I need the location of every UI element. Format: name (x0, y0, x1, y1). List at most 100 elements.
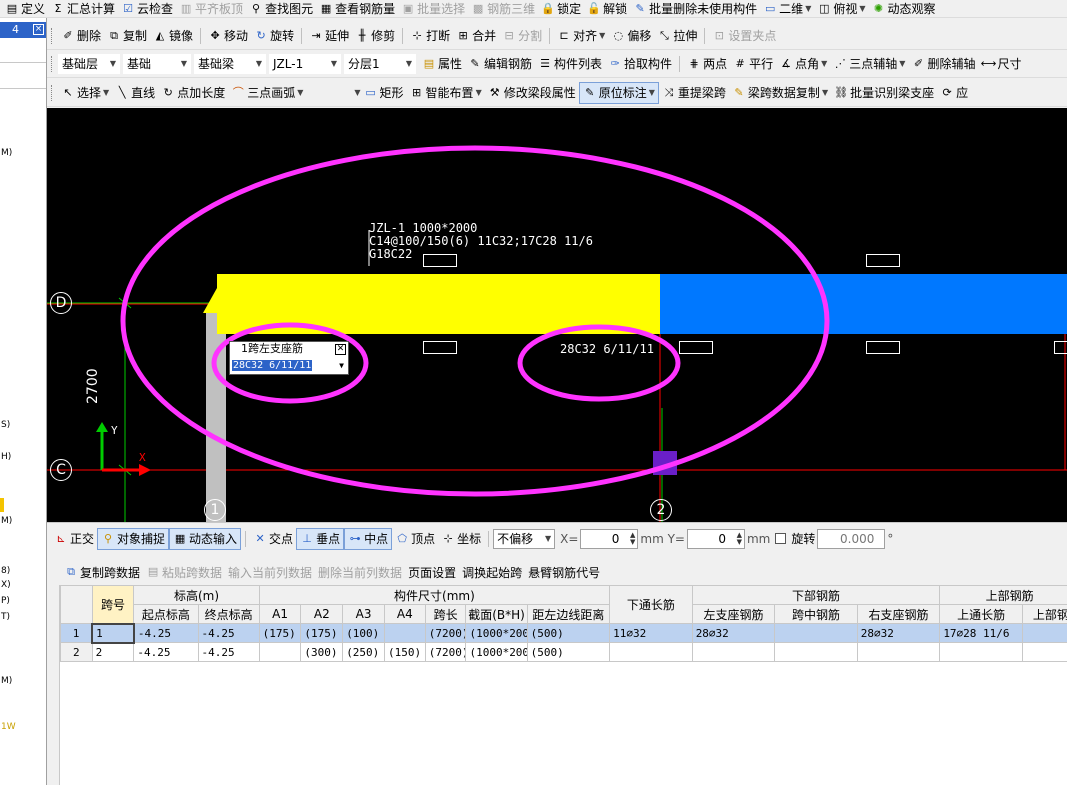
break-button[interactable]: ⊹ 打断 (407, 25, 453, 47)
vertex-snap[interactable]: ⬠ 顶点 (392, 528, 438, 550)
table-cell[interactable]: (100) (342, 623, 385, 643)
reextract-span-button[interactable]: ⤨ 重提梁跨 (659, 82, 729, 104)
menu-cloud-check[interactable]: ☑ 云检查 (118, 0, 176, 17)
table-cell[interactable]: (7200) (424, 642, 467, 662)
tree-item-fragment[interactable]: 8) (1, 566, 10, 576)
menu-top-view[interactable]: ◫ 俯视 ▼ (814, 0, 868, 17)
delete-button[interactable]: ✐ 删除 (58, 25, 104, 47)
table-cell[interactable]: (175) (300, 623, 344, 643)
apply-button[interactable]: ⟳ 应 (937, 82, 971, 104)
menu-2d-view[interactable]: ▭ 二维 ▼ (760, 0, 814, 17)
table-cell[interactable]: (300) (300, 642, 344, 662)
table-cell[interactable]: -4.25 (133, 642, 199, 662)
paste-span-data-button[interactable]: ▤ 粘贴跨数据 (143, 559, 225, 585)
span-data-copy-button[interactable]: ✎ 梁跨数据复制 ▼ (729, 82, 831, 104)
table-cell[interactable]: (1000*200 (465, 623, 528, 643)
parallel-button[interactable]: # 平行 (730, 53, 776, 75)
delete-column-data-button[interactable]: 删除当前列数据 (315, 559, 405, 585)
toolbar-grip[interactable] (51, 27, 54, 44)
support-rebar-input[interactable]: 28C32 6/11/11 ▼ (232, 359, 348, 373)
swap-start-span-button[interactable]: 调换起始跨 (459, 559, 525, 585)
point-length-button[interactable]: ↻ 点加长度 (158, 82, 228, 104)
table-cell[interactable] (383, 623, 426, 643)
rotate-button[interactable]: ↻ 旋转 (251, 25, 297, 47)
tree-item-fragment[interactable]: H) (1, 452, 11, 462)
span-length-header[interactable]: 跨长 (424, 604, 467, 624)
three-point-axis-button[interactable]: ⋰ 三点辅轴 ▼ (830, 53, 908, 75)
tree-item-fragment[interactable]: P) (1, 596, 10, 606)
ortho-toggle[interactable]: ⊾ 正交 (51, 528, 97, 550)
copy-button[interactable]: ⧉ 复制 (104, 25, 150, 47)
table-cell[interactable]: 28⌀32 (691, 623, 776, 643)
table-row[interactable]: 1 1 -4.25 -4.25 (175) (175) (100) (7200)… (60, 622, 1067, 644)
set-grip-button[interactable]: ⊡ 设置夹点 (709, 25, 779, 47)
menu-batch-delete-unused[interactable]: ✎ 批量删除未使用构件 (630, 0, 760, 17)
row-number[interactable]: 2 (60, 642, 93, 662)
mid-span-rebar-header[interactable]: 跨中钢筋 (774, 604, 858, 624)
tree-item-fragment[interactable]: M) (1, 148, 12, 158)
pin-icon[interactable]: 4 (12, 23, 19, 36)
table-cell[interactable]: (1000*200 (465, 642, 528, 662)
point-angle-button[interactable]: ∡ 点角 ▼ (776, 53, 830, 75)
table-cell[interactable]: (500) (526, 642, 611, 662)
a4-header[interactable]: A4 (383, 604, 426, 624)
table-cell[interactable] (609, 642, 693, 662)
table-cell[interactable]: -4.25 (133, 623, 199, 643)
top-through-header[interactable]: 上通长筋 (939, 604, 1023, 624)
tree-item-fragment[interactable]: M) (1, 676, 12, 686)
properties-button[interactable]: ▤ 属性 (419, 53, 465, 75)
align-button[interactable]: ⊏ 对齐 ▼ (554, 25, 608, 47)
in-situ-annotation-button[interactable]: ✎ 原位标注 ▼ (578, 81, 659, 104)
annotation-slot[interactable] (866, 254, 900, 267)
span-number-header[interactable]: 跨号 (91, 585, 135, 624)
line-button[interactable]: ╲ 直线 (112, 82, 158, 104)
merge-button[interactable]: ⊞ 合并 (453, 25, 499, 47)
extend-button[interactable]: ⇥ 延伸 (306, 25, 352, 47)
table-cell[interactable]: (175) (258, 623, 302, 643)
drawing-canvas[interactable]: JZL-1 1000*2000 C14@100/150(6) 11C32;17C… (47, 108, 1067, 522)
beam-span[interactable] (660, 274, 1067, 334)
dimension-button[interactable]: ⟷ 尺寸 (978, 53, 1024, 75)
top-rebar-header[interactable]: 上部钢 (1021, 604, 1067, 624)
table-cell[interactable] (939, 642, 1023, 662)
end-elevation-header[interactable]: 终点标高 (197, 604, 260, 624)
row-number[interactable]: 1 (60, 623, 93, 643)
table-cell[interactable] (856, 642, 941, 662)
offset-mode-select[interactable]: 不偏移 ▼ (493, 528, 556, 549)
batch-identify-support-button[interactable]: ⛓ 批量识别梁支座 (831, 82, 937, 104)
table-cell[interactable]: -4.25 (197, 623, 260, 643)
stretch-button[interactable]: ⤡ 拉伸 (654, 25, 700, 47)
intersection-snap[interactable]: ✕ 交点 (250, 528, 296, 550)
mid-annotation-label[interactable]: 28C32 6/11/11 (560, 342, 654, 356)
menu-view-rebar-qty[interactable]: ▦ 查看钢筋量 (316, 0, 398, 17)
type-select[interactable]: 基础梁 ▼ (194, 53, 266, 74)
table-cell[interactable]: -4.25 (197, 642, 260, 662)
mirror-button[interactable]: ◭ 镜像 (150, 25, 196, 47)
toolbar-grip[interactable] (51, 55, 54, 72)
table-cell[interactable] (691, 642, 776, 662)
left-support-rebar-header[interactable]: 左支座钢筋 (691, 604, 776, 624)
tree-item-fragment[interactable]: 1W (1, 722, 16, 732)
spin-icon[interactable]: ▲ ▼ (630, 531, 635, 546)
menu-lock[interactable]: 🔒 锁定 (538, 0, 584, 17)
dynamic-input-toggle[interactable]: ▦ 动态输入 (169, 527, 242, 550)
rotate-angle-input[interactable]: 0.000 (817, 528, 886, 549)
rotate-checkbox[interactable] (775, 533, 787, 544)
annotation-slot[interactable] (1054, 341, 1067, 354)
perpendicular-snap[interactable]: ⊥ 垂点 (296, 527, 345, 550)
tree-item-fragment[interactable]: T) (1, 612, 10, 622)
annotation-slot[interactable] (679, 341, 713, 354)
menu-batch-select[interactable]: ▣ 批量选择 (398, 0, 468, 17)
menu-flush-slab-top[interactable]: ▥ 平齐板顶 (176, 0, 246, 17)
tree-item-fragment[interactable]: X) (1, 580, 11, 590)
menu-rebar-3d[interactable]: ▩ 钢筋三维 (468, 0, 538, 17)
offset-button[interactable]: ◌ 偏移 (608, 25, 654, 47)
bottom-through-header[interactable]: 下通长筋 (609, 585, 693, 624)
select-button[interactable]: ↖ 选择 ▼ (58, 82, 112, 104)
two-points-button[interactable]: ⋕ 两点 (684, 53, 730, 75)
delete-aux-axis-button[interactable]: ✐ 删除辅轴 (908, 53, 978, 75)
a2-header[interactable]: A2 (300, 604, 344, 624)
pick-component-button[interactable]: ✑ 拾取构件 (605, 53, 675, 75)
table-cell[interactable]: (150) (383, 642, 426, 662)
section-header[interactable]: 截面(B*H) (465, 604, 528, 624)
